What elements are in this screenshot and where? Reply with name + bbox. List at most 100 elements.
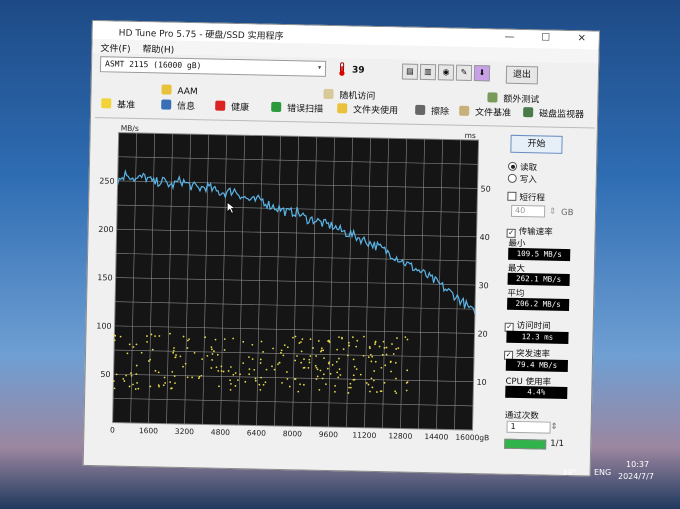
spin-icon[interactable]: ⇕ <box>550 422 557 432</box>
weather-temp[interactable]: 39° <box>562 468 576 477</box>
tab-aam-label: AAM <box>177 86 198 98</box>
tab-random-access-label: 随机访问 <box>339 91 376 102</box>
y-tick-label-left: 100 <box>96 321 111 330</box>
radio-checked-icon <box>507 161 518 171</box>
x-tick-label: 16000gB <box>455 433 489 443</box>
transfer-rate-label: 传输速率 <box>518 226 553 238</box>
exit-button[interactable]: 退出 <box>505 65 539 85</box>
save-icon[interactable]: ⬇ <box>473 65 491 82</box>
short-stroke-input[interactable]: 40 <box>510 204 546 218</box>
random-icon <box>323 88 334 100</box>
clock-time[interactable]: 10:37 <box>626 460 649 469</box>
side-panel: 开始 读取 写入 短行程 40 ⇕ GB ✓ 传输速率 最小 109.5 MB/s… <box>500 131 591 463</box>
drive-select-value: ASMT 2115 (16000 gB) <box>104 59 202 71</box>
benchmark-panel: 50 100 150 200 250 MB/s 10 20 30 40 50 ms 0 1600 3200 4… <box>87 117 595 473</box>
tab-extra-tests-label: 额外测试 <box>503 94 540 106</box>
radio-unchecked-icon <box>507 173 517 183</box>
y-tick-label-left: 200 <box>98 225 113 234</box>
tab-info-label: 信息 <box>176 101 196 113</box>
x-tick-label: 6400 <box>247 428 266 437</box>
tab-error-scan[interactable]: 错误扫描 <box>271 101 323 115</box>
tab-info[interactable]: 信息 <box>161 98 195 112</box>
short-stroke-checkbox[interactable]: 短行程 <box>507 191 545 204</box>
bulb-icon <box>101 98 112 109</box>
x-tick-label: 1600 <box>139 426 158 435</box>
spin-icon[interactable]: ⇕ <box>549 207 556 217</box>
tab-extra-tests[interactable]: 额外测试 <box>487 91 539 105</box>
folder-icon <box>337 103 348 114</box>
y-tick-label-right: 20 <box>477 329 487 338</box>
x-tick-label: 14400 <box>424 432 448 442</box>
tab-erase[interactable]: 擦除 <box>415 104 449 117</box>
temperature-value: 39 <box>351 65 365 76</box>
x-tick-label: 3200 <box>175 427 194 436</box>
pass-progress-bar <box>504 438 547 450</box>
tab-folder-usage-label: 文件夹使用 <box>352 105 399 117</box>
start-button[interactable]: 开始 <box>510 134 563 154</box>
write-label: 写入 <box>519 174 537 186</box>
y-tick-label-left: 50 <box>100 370 110 379</box>
copy-text-icon[interactable]: ▥ <box>419 63 437 81</box>
y-tick-label-right: 30 <box>478 281 488 290</box>
benchmark-chart: 50 100 150 200 250 MB/s 10 20 30 40 50 ms 0 1600 3200 4… <box>90 122 502 460</box>
burst-rate-label: 突发速率 <box>515 348 551 360</box>
minimize-button[interactable]: — <box>497 31 523 46</box>
copy-info-icon[interactable]: ▤ <box>401 63 419 80</box>
tab-disk-monitor-label: 磁盘监视器 <box>538 109 585 121</box>
tab-health[interactable]: 健康 <box>215 100 250 114</box>
x-tick-label: 0 <box>110 425 115 434</box>
x-tick-label: 11200 <box>352 431 376 441</box>
x-tick-label: 4800 <box>211 428 230 437</box>
maximize-button[interactable]: ☐ <box>533 32 559 47</box>
file-icon <box>459 105 470 116</box>
checkbox-unchecked-icon <box>507 191 517 201</box>
health-icon <box>215 100 226 111</box>
chevron-down-icon: ▾ <box>317 62 323 72</box>
read-radio[interactable]: 读取 <box>507 161 538 174</box>
avg-value: 206.2 MB/s <box>507 297 570 312</box>
cpu-value: 4.4% <box>505 385 568 400</box>
x-tick-label: 9600 <box>319 430 338 439</box>
x-tick-label: 12800 <box>388 431 412 441</box>
y-tick-label-right: 40 <box>479 233 489 242</box>
y-tick-label-left: 150 <box>97 273 112 282</box>
tab-benchmark[interactable]: 基准 <box>101 97 135 111</box>
thermometer-icon <box>339 62 345 76</box>
scan-icon <box>271 101 282 112</box>
info-icon <box>161 99 172 110</box>
access-time-value: 12.3 ms <box>506 330 569 345</box>
tab-aam[interactable]: AAM <box>161 84 198 98</box>
short-stroke-label: 短行程 <box>519 192 545 204</box>
tab-benchmark-label: 基准 <box>116 100 136 111</box>
tab-error-scan-label: 错误扫描 <box>286 104 324 115</box>
tab-health-label: 健康 <box>230 102 250 114</box>
drive-select[interactable]: ASMT 2115 (16000 gB) ▾ <box>99 56 327 77</box>
screenshot-icon[interactable]: ◉ <box>437 64 455 81</box>
y-axis-unit-right: ms <box>465 131 476 140</box>
min-value: 109.5 MB/s <box>508 247 571 262</box>
input-language[interactable]: ENG <box>594 468 611 477</box>
access-time-label: 访问时间 <box>516 320 551 332</box>
hdtune-window: HD Tune Pro 5.75 - 硬盘/SSD 实用程序 — ☐ ✕ 文件(… <box>82 20 600 477</box>
extra-icon <box>487 92 498 103</box>
passes-input[interactable]: 1 <box>506 420 551 434</box>
options-icon[interactable]: ✎ <box>455 64 473 81</box>
clock-date[interactable]: 2024/7/7 <box>618 472 654 481</box>
y-tick-label-right: 10 <box>476 378 486 387</box>
write-radio[interactable]: 写入 <box>507 173 537 186</box>
tab-file-benchmark-label: 文件基准 <box>474 108 512 119</box>
read-label: 读取 <box>519 162 538 174</box>
erase-icon <box>415 104 426 115</box>
y-tick-label-left: 250 <box>99 177 114 186</box>
y-axis-unit-left: MB/s <box>121 124 139 133</box>
burst-rate-value: 79.4 MB/s <box>505 358 568 373</box>
tab-file-benchmark[interactable]: 文件基准 <box>459 105 511 119</box>
pass-progress-text: 1/1 <box>550 438 565 449</box>
close-button[interactable]: ✕ <box>569 33 595 48</box>
tab-random-access[interactable]: 随机访问 <box>323 88 375 102</box>
short-stroke-unit: GB <box>560 207 574 219</box>
tab-folder-usage[interactable]: 文件夹使用 <box>337 102 398 116</box>
tab-disk-monitor[interactable]: 磁盘监视器 <box>523 106 584 120</box>
y-tick-label-right: 50 <box>480 185 490 194</box>
speaker-icon <box>161 84 172 95</box>
